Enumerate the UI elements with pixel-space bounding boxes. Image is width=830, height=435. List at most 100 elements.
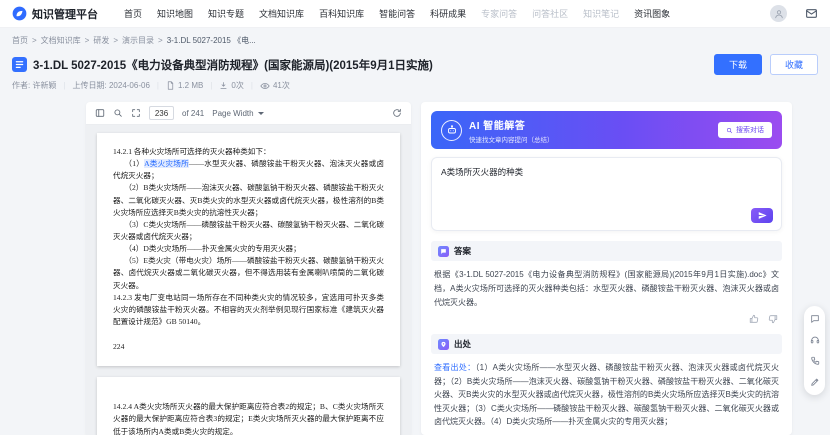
thumbs-up-icon xyxy=(749,314,759,324)
breadcrumb-item-demo-dir[interactable]: 演示目录 xyxy=(122,35,154,46)
view-count: 41次 xyxy=(260,80,290,91)
nav-item-wiki-library[interactable]: 百科知识库 xyxy=(319,7,364,20)
pdf-paragraph: （3）C类火灾场所——磷酸铵盐干粉灭火器、碳酸氢钠干粉灭火器、二氧化碳灭火器或卤… xyxy=(113,219,384,243)
answer-text: 根据《3-1.DL 5027-2015《电力设备典型消防规程》(国家能源局)(2… xyxy=(431,261,782,312)
fit-page-button[interactable] xyxy=(131,108,141,118)
search-icon xyxy=(113,108,123,118)
chat-icon xyxy=(810,314,820,324)
pdf-paragraph: 14.2.4 A类火灾场所灭火器的最大保护距离应符合表2的规定；B、C类火灾场所… xyxy=(113,401,384,435)
sidebar-icon xyxy=(95,108,105,118)
source-section-header: 出处 xyxy=(431,334,782,354)
expand-icon xyxy=(131,108,141,118)
breadcrumb: 首页 > 文档知识库 > 研发 > 演示目录 > 3-1.DL 5027-201… xyxy=(0,28,830,50)
nav-item-research-results[interactable]: 科研成果 xyxy=(430,7,466,20)
feedback-edit-button[interactable] xyxy=(810,377,820,387)
ai-answer-card: AI 智能解答 快速找文章内容提问（总结） 搜索对话 A类场所灭火器的种类 答案… xyxy=(421,102,792,435)
nav-item-home[interactable]: 首页 xyxy=(124,7,142,20)
logo: 知识管理平台 xyxy=(12,6,98,22)
main-content: of 241 Page Width 14.2.1 各种火灾场所可选择的灭火器种类… xyxy=(86,102,792,435)
page-count-label: of 241 xyxy=(182,109,204,118)
breadcrumb-item-doc-library[interactable]: 文档知识库 xyxy=(41,35,81,46)
sidebar-toggle-button[interactable] xyxy=(95,108,105,118)
search-highlight: A类火灾场所 xyxy=(144,159,189,168)
eye-icon xyxy=(260,81,270,91)
top-navbar: 知识管理平台 首页 知识地图 知识专题 文档知识库 百科知识库 智能问答 科研成… xyxy=(0,0,830,28)
pdf-viewport[interactable]: 14.2.1 各种火灾场所可选择的灭火器种类如下： （1）A类火灾场所——水型灭… xyxy=(86,125,411,435)
nav-item-knowledge-topic[interactable]: 知识专题 xyxy=(208,7,244,20)
source-label: 出处 xyxy=(454,338,471,350)
zoom-select[interactable]: Page Width xyxy=(212,109,263,118)
chevron-down-icon xyxy=(258,112,264,115)
file-size: 1.2 MB xyxy=(166,81,203,90)
view-source-link[interactable]: 查看出处： xyxy=(434,363,475,372)
nav-item-news[interactable]: 资讯图象 xyxy=(634,7,670,20)
floating-toolbar xyxy=(804,306,825,395)
robot-icon xyxy=(446,124,458,136)
breadcrumb-item-current: 3-1.DL 5027-2015 《电... xyxy=(167,35,256,46)
nav-item-expert-qa[interactable]: 专家问答 xyxy=(481,7,517,20)
rotate-button[interactable] xyxy=(392,108,402,118)
pdf-paragraph: （1）A类火灾场所——水型灭火器、磷酸铵盐干粉灭火器、泡沫灭火器或卤代烷灭火器； xyxy=(113,158,384,182)
answer-section: 答案 根据《3-1.DL 5027-2015《电力设备典型消防规程》(国家能源局… xyxy=(431,241,782,324)
nav-item-smart-qa[interactable]: 智能问答 xyxy=(379,7,415,20)
rotate-icon xyxy=(392,108,402,118)
document-meta: 作者: 许新颖 | 上传日期: 2024-06-06 | 1.2 MB | 0次… xyxy=(12,80,818,91)
answer-feedback xyxy=(431,312,782,324)
download-button[interactable]: 下载 xyxy=(714,54,762,75)
robot-avatar xyxy=(441,120,462,141)
thumbs-up-button[interactable] xyxy=(749,314,759,324)
file-icon xyxy=(166,81,175,90)
nav-item-qa-community[interactable]: 问答社区 xyxy=(532,7,568,20)
logo-text: 知识管理平台 xyxy=(32,6,98,22)
navbar-right xyxy=(770,5,818,22)
phone-icon xyxy=(810,356,820,366)
download-count: 0次 xyxy=(219,80,243,91)
page-title: 3-1.DL 5027-2015《电力设备典型消防规程》(国家能源局)(2015… xyxy=(33,57,433,73)
breadcrumb-separator: > xyxy=(32,36,37,45)
mail-icon xyxy=(805,7,818,20)
breadcrumb-item-rd[interactable]: 研发 xyxy=(93,35,109,46)
search-icon xyxy=(726,127,733,134)
ai-panel-title: AI 智能解答 xyxy=(469,117,554,132)
feedback-chat-button[interactable] xyxy=(810,314,820,324)
thumbs-down-button[interactable] xyxy=(768,314,778,324)
ai-question-text: A类场所灭火器的种类 xyxy=(441,166,772,178)
ai-question-input[interactable]: A类场所灭火器的种类 xyxy=(431,157,782,231)
pdf-paragraph: 14.2.3 发电厂变电站同一场所存在不同种类火灾的情况较多，宜选用可扑灭多类火… xyxy=(113,292,384,328)
search-dialog-button[interactable]: 搜索对话 xyxy=(718,122,772,138)
chat-bubble-icon xyxy=(438,246,449,257)
nav-item-knowledge-notes[interactable]: 知识笔记 xyxy=(583,7,619,20)
pdf-paragraph: （4）D类火灾场所——扑灭金属火灾的专用灭火器； xyxy=(113,243,384,255)
page-number-input[interactable] xyxy=(149,106,174,120)
answer-section-header: 答案 xyxy=(431,241,782,261)
favorite-button[interactable]: 收藏 xyxy=(770,54,818,75)
answer-label: 答案 xyxy=(454,245,471,257)
breadcrumb-separator: > xyxy=(85,36,90,45)
pencil-icon xyxy=(810,377,820,387)
document-header: 3-1.DL 5027-2015《电力设备典型消防规程》(国家能源局)(2015… xyxy=(0,50,830,91)
thumbs-down-icon xyxy=(768,314,778,324)
pdf-paragraph: （5）E类火灾（带电火灾）场所——磷酸铵盐干粉灭火器、碳酸氢钠干粉灭火器、卤代烷… xyxy=(113,255,384,291)
pdf-page-224: 14.2.1 各种火灾场所可选择的灭火器种类如下： （1）A类火灾场所——水型灭… xyxy=(97,133,400,366)
source-text: （1）A类火灾场所——水型灭火器、磷酸铵盐干粉灭火器、泡沫灭火器或卤代烷灭火器；… xyxy=(434,363,779,426)
pdf-paragraph: （2）B类火灾场所——泡沫灭火器、碳酸氢钠干粉灭火器、磷酸铵盐干粉灭火器、二氧化… xyxy=(113,182,384,218)
pdf-toolbar: of 241 Page Width xyxy=(86,102,411,125)
pdf-search-button[interactable] xyxy=(113,108,123,118)
logo-icon xyxy=(12,6,27,21)
user-avatar[interactable] xyxy=(770,5,787,22)
phone-contact-button[interactable] xyxy=(810,356,820,366)
customer-service-button[interactable] xyxy=(810,335,820,345)
pdf-viewer-card: of 241 Page Width 14.2.1 各种火灾场所可选择的灭火器种类… xyxy=(86,102,411,435)
person-icon xyxy=(774,9,784,19)
nav-item-doc-library[interactable]: 文档知识库 xyxy=(259,7,304,20)
send-button[interactable] xyxy=(751,208,773,223)
document-icon xyxy=(12,57,27,72)
upload-date-label: 上传日期: 2024-06-06 xyxy=(73,80,150,91)
main-menu: 首页 知识地图 知识专题 文档知识库 百科知识库 智能问答 科研成果 专家问答 … xyxy=(124,7,670,20)
pdf-paragraph: 14.2.1 各种火灾场所可选择的灭火器种类如下： xyxy=(113,146,384,158)
breadcrumb-item-home[interactable]: 首页 xyxy=(12,35,28,46)
ai-panel-subtitle: 快速找文章内容提问（总结） xyxy=(469,134,554,144)
breadcrumb-separator: > xyxy=(158,36,163,45)
nav-item-knowledge-map[interactable]: 知识地图 xyxy=(157,7,193,20)
mail-button[interactable] xyxy=(805,7,818,20)
